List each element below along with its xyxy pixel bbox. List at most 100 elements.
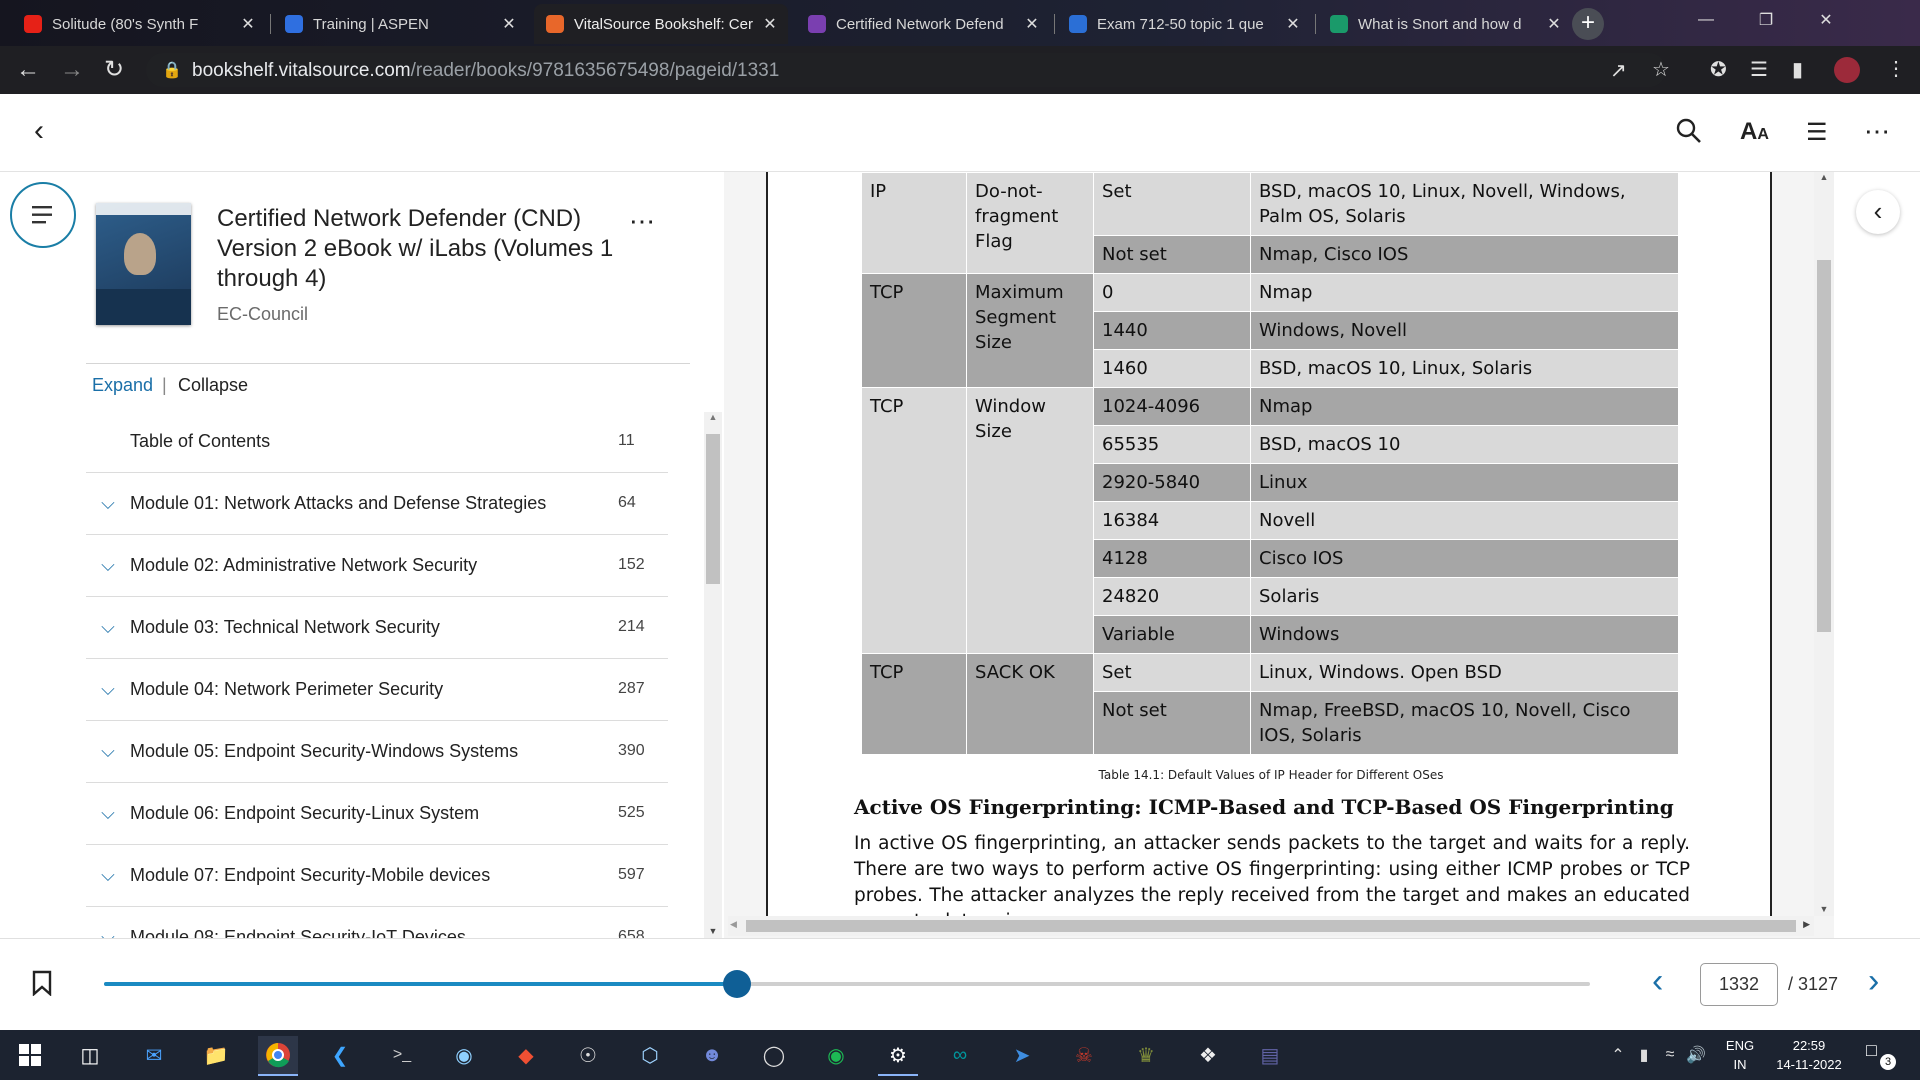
- next-page-icon[interactable]: ›: [1868, 962, 1879, 1001]
- bookmark-star-icon[interactable]: ☆: [1652, 57, 1670, 82]
- restore-icon[interactable]: ❐: [1736, 0, 1796, 40]
- toc-item[interactable]: ⌵ Module 07: Endpoint Security-Mobile dev…: [86, 844, 668, 907]
- content-scroll-thumb[interactable]: [1817, 260, 1831, 632]
- collapse-link[interactable]: Collapse: [178, 375, 248, 396]
- teams-icon[interactable]: ▤: [1250, 1036, 1290, 1074]
- toc-item-label: Module 02: Administrative Network Securi…: [130, 554, 478, 575]
- chevron-down-icon[interactable]: ⌵: [86, 493, 130, 514]
- browser-menu-icon[interactable]: ⋮: [1886, 56, 1906, 81]
- back-icon[interactable]: ←: [16, 56, 40, 84]
- discord-icon[interactable]: ☻: [692, 1036, 732, 1074]
- chrome-icon[interactable]: [258, 1036, 298, 1076]
- chevron-down-icon[interactable]: ⌵: [86, 617, 130, 638]
- chevron-down-icon[interactable]: ⌵: [86, 679, 130, 700]
- content-scroll-up-icon[interactable]: ▲: [1814, 172, 1834, 182]
- virtualbox-icon[interactable]: ⬡: [630, 1036, 670, 1074]
- toc-item[interactable]: ⌵ Module 01: Network Attacks and Defense …: [86, 472, 668, 535]
- toc-item[interactable]: ⌵ Module 04: Network Perimeter Security 28…: [86, 658, 668, 721]
- sidebar-scroll-thumb[interactable]: [706, 434, 720, 584]
- sidebar-scroll-up-icon[interactable]: ▲: [704, 412, 722, 422]
- os-cell: BSD, macOS 10: [1250, 425, 1679, 464]
- spotify-icon[interactable]: ◉: [816, 1036, 856, 1074]
- chevron-down-icon[interactable]: ⌵: [86, 927, 130, 939]
- previous-page-icon[interactable]: ‹: [1652, 962, 1663, 1001]
- notification-icon[interactable]: □ 3: [1866, 1040, 1896, 1070]
- notes-star-icon[interactable]: ☰: [1806, 118, 1828, 147]
- bookmark-icon[interactable]: [32, 970, 52, 1001]
- sidebar-scrollbar[interactable]: ▲ ▼: [704, 412, 722, 938]
- language-indicator[interactable]: ENG IN: [1720, 1036, 1760, 1074]
- url-text[interactable]: bookshelf.vitalsource.com/reader/books/9…: [192, 60, 779, 82]
- content-hscrollbar[interactable]: ◀ ▶: [728, 916, 1814, 936]
- eye-app-icon[interactable]: ◉: [444, 1036, 484, 1074]
- chevron-down-icon[interactable]: ⌵: [86, 865, 130, 886]
- toc-item[interactable]: ⌵ Module 05: Endpoint Security-Windows Sy…: [86, 720, 668, 783]
- share-icon[interactable]: ↗: [1610, 58, 1627, 83]
- text-size-icon[interactable]: AA: [1740, 118, 1769, 146]
- browser-tab[interactable]: Exam 712-50 topic 1 que ✕: [1057, 4, 1311, 44]
- halo-icon[interactable]: ♛: [1126, 1036, 1166, 1074]
- mail-icon[interactable]: ✉: [134, 1036, 174, 1074]
- burp-icon[interactable]: ☉: [568, 1036, 608, 1074]
- obs-icon[interactable]: ◯: [754, 1036, 794, 1074]
- new-tab-button[interactable]: +: [1572, 8, 1604, 40]
- close-tab-icon[interactable]: ✕: [1546, 14, 1562, 34]
- browser-tab[interactable]: Training | ASPEN ✕: [273, 4, 527, 44]
- volume-icon[interactable]: 🔊: [1676, 1036, 1716, 1074]
- close-window-icon[interactable]: ✕: [1796, 0, 1856, 40]
- close-tab-icon[interactable]: ✕: [1024, 14, 1040, 34]
- content-vscrollbar[interactable]: ▲ ▼: [1814, 172, 1834, 916]
- reload-icon[interactable]: ↻: [104, 55, 124, 84]
- toc-item[interactable]: Table of Contents 11: [86, 410, 668, 473]
- close-tab-icon[interactable]: ✕: [1285, 14, 1301, 34]
- toc-menu-button[interactable]: [10, 182, 76, 248]
- arduino-icon[interactable]: ∞: [940, 1036, 980, 1074]
- toc-item[interactable]: ⌵ Module 03: Technical Network Security 21…: [86, 596, 668, 659]
- chevron-down-icon[interactable]: ⌵: [86, 555, 130, 576]
- minimize-icon[interactable]: —: [1676, 0, 1736, 40]
- back-chevron-icon[interactable]: ‹: [34, 114, 44, 148]
- browser-tab[interactable]: VitalSource Bookshelf: Cer ✕: [534, 4, 788, 44]
- browser-tab[interactable]: What is Snort and how d ✕: [1318, 4, 1572, 44]
- kali-icon[interactable]: ❖: [1188, 1036, 1228, 1074]
- terminal-icon[interactable]: >_: [382, 1036, 422, 1074]
- aspen-icon: [285, 15, 303, 33]
- content-scroll-down-icon[interactable]: ▼: [1814, 904, 1834, 914]
- close-tab-icon[interactable]: ✕: [762, 14, 778, 34]
- task-view-icon[interactable]: ◫: [70, 1036, 110, 1074]
- toc-item[interactable]: ⌵ Module 06: Endpoint Security-Linux Syst…: [86, 782, 668, 845]
- close-tab-icon[interactable]: ✕: [240, 14, 256, 34]
- chevron-down-icon[interactable]: ⌵: [86, 803, 130, 824]
- windows-start-icon[interactable]: [10, 1036, 50, 1074]
- toc-item[interactable]: ⌵ Module 08: Endpoint Security-IoT Device…: [86, 906, 668, 939]
- file-explorer-icon[interactable]: 📁: [196, 1036, 236, 1074]
- expand-link[interactable]: Expand: [92, 375, 153, 396]
- collapse-panel-button[interactable]: ‹: [1856, 190, 1900, 234]
- wireshark-icon[interactable]: ➤: [1002, 1036, 1042, 1074]
- browser-tab[interactable]: Certified Network Defend ✕: [796, 4, 1050, 44]
- clock[interactable]: 22:59 14-11-2022: [1764, 1036, 1854, 1074]
- search-icon[interactable]: [1676, 118, 1702, 151]
- notification-count: 3: [1880, 1054, 1896, 1070]
- forward-icon[interactable]: →: [60, 56, 84, 84]
- vscode-icon[interactable]: ❮: [320, 1036, 360, 1074]
- sidepanel-icon[interactable]: ▮: [1792, 57, 1803, 82]
- content-scroll-left-icon[interactable]: ◀: [730, 919, 737, 930]
- git-icon[interactable]: ◆: [506, 1036, 546, 1074]
- settings-icon[interactable]: ⚙: [878, 1036, 918, 1076]
- close-tab-icon[interactable]: ✕: [501, 14, 517, 34]
- game-icon[interactable]: ☠: [1064, 1036, 1104, 1074]
- book-options-icon[interactable]: ⋯: [629, 206, 655, 237]
- content-scroll-right-icon[interactable]: ▶: [1803, 919, 1810, 930]
- media-queue-icon[interactable]: ☰: [1750, 57, 1768, 82]
- toc-item[interactable]: ⌵ Module 02: Administrative Network Secur…: [86, 534, 668, 597]
- chevron-down-icon[interactable]: ⌵: [86, 741, 130, 762]
- profile-avatar[interactable]: [1834, 57, 1860, 83]
- page-number-input[interactable]: 1332: [1700, 963, 1778, 1006]
- page-slider-handle[interactable]: [723, 970, 752, 998]
- browser-tab[interactable]: Solitude (80's Synth F ✕: [12, 4, 266, 44]
- extensions-icon[interactable]: ✪: [1710, 57, 1727, 82]
- sidebar-scroll-down-icon[interactable]: ▼: [704, 926, 722, 936]
- content-hscroll-thumb[interactable]: [746, 920, 1796, 932]
- more-options-icon[interactable]: ⋯: [1864, 116, 1890, 147]
